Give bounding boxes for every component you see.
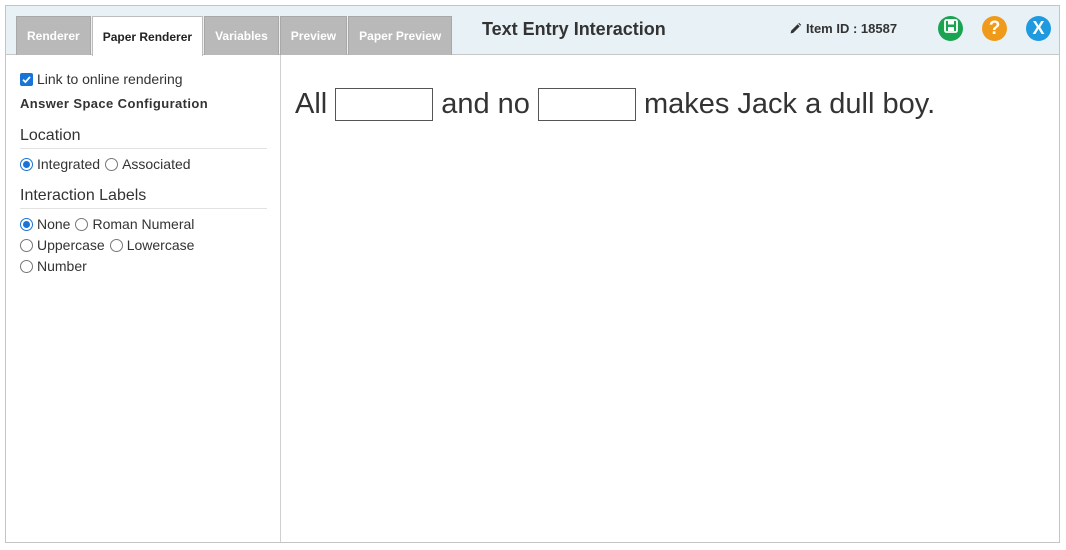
tab-paper-preview[interactable]: Paper Preview (348, 16, 453, 55)
editor-window: Renderer Paper Renderer Variables Previe… (5, 5, 1060, 543)
location-integrated-radio[interactable] (20, 157, 33, 171)
preview-text-segment: and no (441, 88, 530, 120)
preview-text-segment: All (295, 88, 328, 120)
tab-paper-renderer[interactable]: Paper Renderer (91, 16, 204, 56)
labels-none-radio[interactable] (20, 217, 33, 231)
interaction-labels-heading: Interaction Labels (20, 187, 267, 209)
location-integrated-option[interactable]: Integrated (20, 156, 100, 172)
tab-variables[interactable]: Variables (204, 16, 279, 55)
labels-none-option[interactable]: None (20, 216, 70, 232)
save-icon (943, 19, 958, 38)
labels-options-row-2: Uppercase Lowercase (20, 237, 199, 253)
text-entry-preview: All and no makes Jack a dull boy. (295, 88, 935, 121)
link-online-label: Link to online rendering (37, 71, 183, 87)
save-button[interactable] (938, 16, 963, 41)
link-online-rendering-option[interactable]: Link to online rendering (20, 71, 183, 87)
labels-uppercase-radio[interactable] (20, 238, 33, 252)
location-associated-option[interactable]: Associated (105, 156, 191, 172)
labels-options-row-3: Number (20, 258, 92, 274)
labels-roman-numeral-radio[interactable] (75, 217, 89, 231)
link-online-checkbox[interactable] (20, 72, 33, 86)
labels-uppercase-label: Uppercase (37, 237, 105, 253)
labels-number-radio[interactable] (20, 259, 33, 273)
labels-roman-numeral-option[interactable]: Roman Numeral (75, 216, 194, 232)
close-button[interactable]: X (1026, 16, 1051, 41)
answer-space-config-title: Answer Space Configuration (20, 96, 209, 111)
tab-preview[interactable]: Preview (279, 16, 348, 55)
labels-uppercase-option[interactable]: Uppercase (20, 237, 105, 253)
close-icon: X (1032, 18, 1045, 38)
tab-renderer[interactable]: Renderer (16, 16, 91, 55)
header-bar: Renderer Paper Renderer Variables Previe… (6, 6, 1059, 56)
labels-number-option[interactable]: Number (20, 258, 87, 274)
help-button[interactable]: ? (982, 16, 1007, 41)
location-associated-radio[interactable] (105, 157, 119, 171)
labels-number-label: Number (37, 258, 87, 274)
labels-roman-numeral-label: Roman Numeral (92, 216, 195, 232)
location-associated-label: Associated (122, 156, 191, 172)
text-entry-blank-2[interactable] (537, 88, 636, 121)
preview-text-segment: makes Jack a dull boy. (643, 88, 936, 120)
text-entry-blank-1[interactable] (335, 88, 434, 121)
labels-options-row-1: None Roman Numeral (20, 216, 199, 232)
labels-lowercase-radio[interactable] (109, 238, 123, 252)
tab-bar: Renderer Paper Renderer Variables Previe… (16, 16, 453, 56)
location-heading: Location (20, 127, 267, 149)
location-options: Integrated Associated (20, 156, 196, 172)
page-title: Text Entry Interaction (482, 19, 666, 39)
help-icon: ? (988, 17, 1001, 39)
labels-lowercase-option[interactable]: Lowercase (109, 237, 195, 253)
location-integrated-label: Integrated (37, 156, 101, 172)
item-id-badge: Item ID : 18587 (789, 21, 897, 36)
labels-none-label: None (37, 216, 71, 232)
pencil-icon[interactable] (789, 22, 802, 35)
labels-lowercase-label: Lowercase (126, 237, 195, 253)
settings-sidebar: Link to online rendering Answer Space Co… (6, 55, 281, 542)
item-id-text: Item ID : 18587 (806, 21, 898, 36)
